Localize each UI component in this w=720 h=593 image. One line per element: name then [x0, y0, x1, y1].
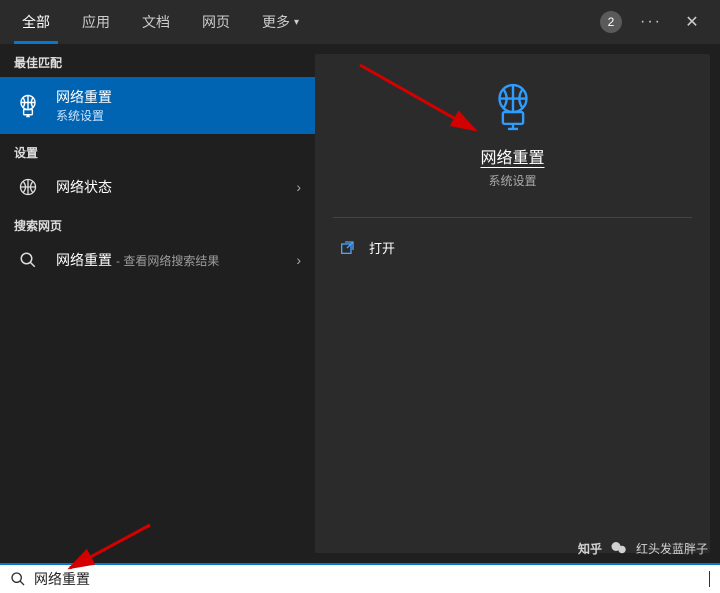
tab-more-label: 更多 [262, 12, 290, 32]
tab-docs[interactable]: 文档 [126, 0, 186, 44]
chevron-down-icon: ▾ [294, 17, 299, 28]
result-settings-item[interactable]: 网络状态 › [0, 167, 315, 207]
preview-title[interactable]: 网络重置 [480, 144, 544, 168]
more-options-icon[interactable]: ··· [640, 13, 662, 31]
search-icon [10, 571, 26, 587]
zhihu-logo: 知乎 [578, 540, 602, 557]
result-subtitle: - 查看网络搜索结果 [116, 252, 219, 269]
results-pane: 最佳匹配 网络重置 系统设置 设置 [0, 44, 315, 563]
divider [333, 217, 692, 218]
open-label: 打开 [369, 238, 395, 257]
result-best-match[interactable]: 网络重置 系统设置 [0, 77, 315, 134]
result-title: 网络重置 [56, 250, 112, 270]
chevron-right-icon: › [296, 179, 301, 195]
tab-web[interactable]: 网页 [186, 0, 246, 44]
result-count-badge[interactable]: 2 [600, 11, 622, 33]
preview-subtitle: 系统设置 [488, 172, 536, 189]
watermark: 知乎 红头发蓝胖子 [578, 539, 708, 557]
filter-tabs: 全部 应用 文档 网页 更多 ▾ [6, 0, 315, 44]
section-web: 搜索网页 [0, 207, 315, 240]
result-web-item[interactable]: 网络重置 - 查看网络搜索结果 › [0, 240, 315, 280]
search-icon [14, 251, 42, 269]
text-cursor [709, 571, 710, 587]
tab-apps[interactable]: 应用 [66, 0, 126, 44]
chevron-right-icon: › [296, 252, 301, 268]
section-settings: 设置 [0, 134, 315, 167]
section-best-match: 最佳匹配 [0, 44, 315, 77]
header-bar: 全部 应用 文档 网页 更多 ▾ 2 ··· ✕ [0, 0, 720, 44]
watermark-name: 红头发蓝胖子 [636, 540, 708, 557]
close-icon[interactable]: ✕ [680, 12, 704, 32]
wechat-icon [610, 539, 628, 557]
preview-pane: 网络重置 系统设置 打开 [315, 54, 710, 553]
taskbar-search[interactable] [0, 563, 720, 593]
globe-icon [14, 177, 42, 197]
result-title: 网络状态 [56, 177, 112, 197]
tab-more[interactable]: 更多 ▾ [246, 0, 315, 44]
open-action[interactable]: 打开 [333, 228, 692, 267]
search-input[interactable] [34, 571, 709, 587]
result-title: 网络重置 [56, 87, 112, 107]
result-subtitle: 系统设置 [56, 107, 112, 124]
open-icon [339, 240, 355, 256]
tab-all[interactable]: 全部 [6, 0, 66, 44]
globe-monitor-icon [14, 92, 42, 120]
globe-monitor-icon [486, 80, 540, 134]
preview-hero: 网络重置 系统设置 [333, 72, 692, 207]
